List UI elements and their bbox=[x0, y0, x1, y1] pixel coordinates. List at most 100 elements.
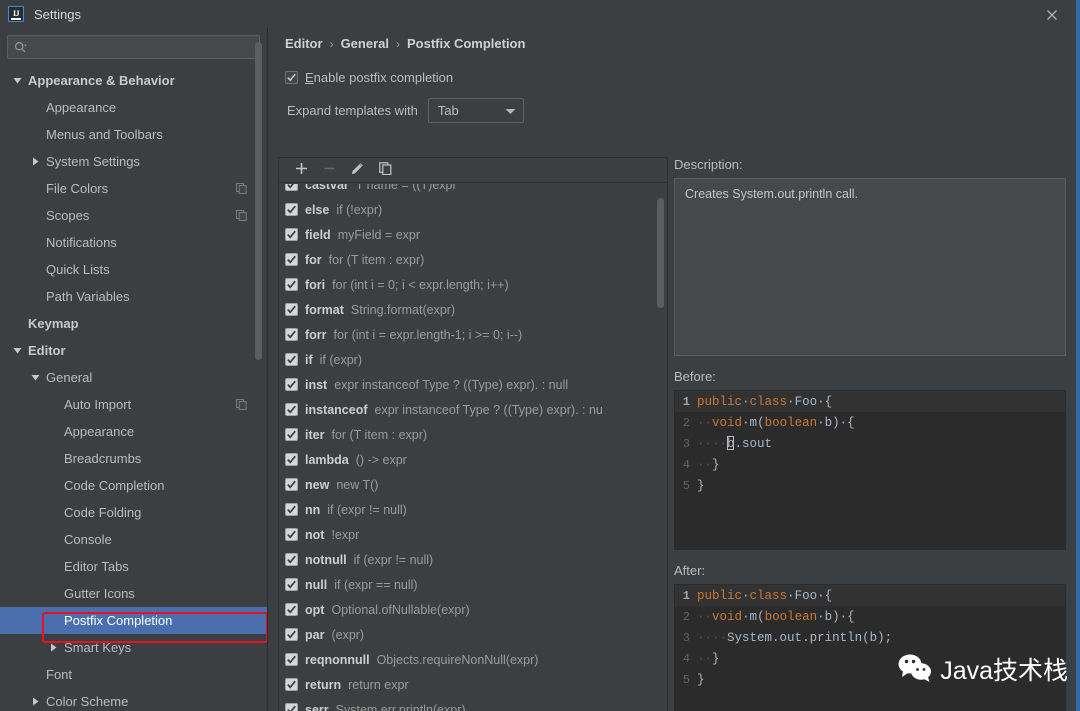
sidebar-item-editor[interactable]: Editor bbox=[0, 337, 267, 364]
search-icon bbox=[14, 41, 27, 54]
template-row[interactable]: new new T() bbox=[279, 472, 667, 497]
template-row[interactable]: lambda () -> expr bbox=[279, 447, 667, 472]
sidebar-item-system-settings[interactable]: System Settings bbox=[0, 148, 267, 175]
chevron-right-icon[interactable] bbox=[46, 634, 60, 661]
sidebar-scrollbar-thumb[interactable] bbox=[255, 42, 262, 360]
breadcrumb-item-general[interactable]: General bbox=[341, 36, 389, 51]
template-row[interactable]: instanceof expr instanceof Type ? ((Type)… bbox=[279, 397, 667, 422]
sidebar-item-code-folding[interactable]: Code Folding bbox=[0, 499, 267, 526]
sidebar-item-appearance-behavior[interactable]: Appearance & Behavior bbox=[0, 67, 267, 94]
sidebar-item-auto-import[interactable]: Auto Import bbox=[0, 391, 267, 418]
template-row[interactable]: inst expr instanceof Type ? ((Type) expr)… bbox=[279, 372, 667, 397]
close-icon[interactable] bbox=[1042, 5, 1062, 25]
template-enabled-checkbox[interactable] bbox=[285, 353, 298, 366]
code-text: ····b.sout bbox=[697, 436, 773, 451]
template-enabled-checkbox[interactable] bbox=[285, 553, 298, 566]
template-enabled-checkbox[interactable] bbox=[285, 703, 298, 711]
enable-postfix-completion-row[interactable]: Enable postfix completion bbox=[285, 70, 453, 85]
chevron-down-icon[interactable] bbox=[28, 364, 42, 391]
sidebar-item-smart-keys[interactable]: Smart Keys bbox=[0, 634, 267, 661]
sidebar-item-console[interactable]: Console bbox=[0, 526, 267, 553]
template-row[interactable]: not !expr bbox=[279, 522, 667, 547]
template-enabled-checkbox[interactable] bbox=[285, 184, 298, 191]
templates-list[interactable]: castvar T name = ((T)expr else if (!expr) fi… bbox=[279, 184, 667, 711]
template-row[interactable]: return return expr bbox=[279, 672, 667, 697]
sidebar-item-file-colors[interactable]: File Colors bbox=[0, 175, 267, 202]
template-enabled-checkbox[interactable] bbox=[285, 478, 298, 491]
sidebar-item-color-scheme[interactable]: Color Scheme bbox=[0, 688, 267, 711]
template-row[interactable]: notnull if (expr != null) bbox=[279, 547, 667, 572]
template-row[interactable]: else if (!expr) bbox=[279, 197, 667, 222]
template-row[interactable]: iter for (T item : expr) bbox=[279, 422, 667, 447]
template-enabled-checkbox[interactable] bbox=[285, 653, 298, 666]
add-template-button[interactable] bbox=[287, 159, 315, 181]
template-enabled-checkbox[interactable] bbox=[285, 203, 298, 216]
enable-postfix-completion-checkbox[interactable] bbox=[285, 71, 298, 84]
template-enabled-checkbox[interactable] bbox=[285, 503, 298, 516]
template-enabled-checkbox[interactable] bbox=[285, 678, 298, 691]
template-enabled-checkbox[interactable] bbox=[285, 603, 298, 616]
template-row[interactable]: opt Optional.ofNullable(expr) bbox=[279, 597, 667, 622]
line-number: 5 bbox=[682, 478, 690, 493]
breadcrumb-item-postfix-completion[interactable]: Postfix Completion bbox=[407, 36, 525, 51]
template-enabled-checkbox[interactable] bbox=[285, 403, 298, 416]
code-line: 2 ··void·m(boolean·b)·{ bbox=[675, 606, 1065, 627]
template-enabled-checkbox[interactable] bbox=[285, 328, 298, 341]
sidebar-item-editor-tabs[interactable]: Editor Tabs bbox=[0, 553, 267, 580]
template-row[interactable]: par (expr) bbox=[279, 622, 667, 647]
code-text: ··void·m(boolean·b)·{ bbox=[697, 609, 855, 624]
template-enabled-checkbox[interactable] bbox=[285, 303, 298, 316]
sidebar-item-font[interactable]: Font bbox=[0, 661, 267, 688]
sidebar-item-general[interactable]: General bbox=[0, 364, 267, 391]
sidebar-item-notifications[interactable]: Notifications bbox=[0, 229, 267, 256]
sidebar-item-appearance[interactable]: Appearance bbox=[0, 418, 267, 445]
template-enabled-checkbox[interactable] bbox=[285, 278, 298, 291]
copy-settings-icon[interactable] bbox=[236, 399, 247, 413]
template-enabled-checkbox[interactable] bbox=[285, 253, 298, 266]
template-row[interactable]: fori for (int i = 0; i < expr.length; i++… bbox=[279, 272, 667, 297]
search-input[interactable] bbox=[31, 40, 253, 54]
template-row[interactable]: nn if (expr != null) bbox=[279, 497, 667, 522]
template-enabled-checkbox[interactable] bbox=[285, 578, 298, 591]
sidebar-item-path-variables[interactable]: Path Variables bbox=[0, 283, 267, 310]
sidebar-item-appearance[interactable]: Appearance bbox=[0, 94, 267, 121]
chevron-down-icon[interactable] bbox=[10, 337, 24, 364]
template-row[interactable]: castvar T name = ((T)expr bbox=[279, 184, 667, 197]
copy-settings-icon[interactable] bbox=[236, 183, 247, 197]
template-row[interactable]: reqnonnull Objects.requireNonNull(expr) bbox=[279, 647, 667, 672]
chevron-right-icon[interactable] bbox=[28, 148, 42, 175]
templates-scrollbar-thumb[interactable] bbox=[657, 198, 664, 308]
breadcrumb-item-editor[interactable]: Editor bbox=[285, 36, 323, 51]
sidebar-item-quick-lists[interactable]: Quick Lists bbox=[0, 256, 267, 283]
sidebar-item-code-completion[interactable]: Code Completion bbox=[0, 472, 267, 499]
template-enabled-checkbox[interactable] bbox=[285, 528, 298, 541]
chevron-right-icon[interactable] bbox=[28, 688, 42, 711]
template-enabled-checkbox[interactable] bbox=[285, 628, 298, 641]
search-box[interactable] bbox=[7, 35, 260, 59]
sidebar-item-postfix-completion[interactable]: Postfix Completion bbox=[0, 607, 267, 634]
sidebar-item-scopes[interactable]: Scopes bbox=[0, 202, 267, 229]
template-enabled-checkbox[interactable] bbox=[285, 378, 298, 391]
expand-templates-label: Expand templates with bbox=[287, 103, 418, 118]
chevron-down-icon[interactable] bbox=[10, 67, 24, 94]
template-row[interactable]: forr for (int i = expr.length-1; i >= 0; … bbox=[279, 322, 667, 347]
template-enabled-checkbox[interactable] bbox=[285, 228, 298, 241]
sidebar-item-gutter-icons[interactable]: Gutter Icons bbox=[0, 580, 267, 607]
sidebar-item-label: Path Variables bbox=[46, 289, 130, 304]
sidebar-item-menus-and-toolbars[interactable]: Menus and Toolbars bbox=[0, 121, 267, 148]
template-row[interactable]: format String.format(expr) bbox=[279, 297, 667, 322]
copy-template-button[interactable] bbox=[371, 159, 399, 181]
template-row[interactable]: field myField = expr bbox=[279, 222, 667, 247]
template-enabled-checkbox[interactable] bbox=[285, 453, 298, 466]
sidebar-item-breadcrumbs[interactable]: Breadcrumbs bbox=[0, 445, 267, 472]
template-row[interactable]: serr System.err.println(expr) bbox=[279, 697, 667, 711]
edit-template-button[interactable] bbox=[343, 159, 371, 181]
template-row[interactable]: if if (expr) bbox=[279, 347, 667, 372]
template-row[interactable]: null if (expr == null) bbox=[279, 572, 667, 597]
expand-templates-select[interactable]: Tab bbox=[427, 98, 524, 123]
template-row[interactable]: for for (T item : expr) bbox=[279, 247, 667, 272]
template-enabled-checkbox[interactable] bbox=[285, 428, 298, 441]
template-description: myField = expr bbox=[337, 227, 421, 242]
sidebar-item-keymap[interactable]: Keymap bbox=[0, 310, 267, 337]
copy-settings-icon[interactable] bbox=[236, 210, 247, 224]
